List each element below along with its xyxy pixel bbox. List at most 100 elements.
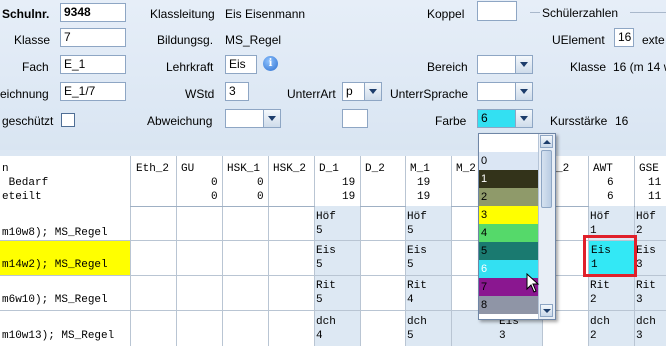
color-option-label: 4 — [481, 227, 488, 239]
color-option-8[interactable]: 8 — [479, 296, 538, 314]
zugeteilt-value: 19 — [342, 191, 356, 203]
row-label: m14w2); MS_Regel — [2, 259, 108, 271]
bedarf-value: 11 — [648, 177, 662, 189]
chevron-down-icon — [542, 308, 551, 313]
mouse-cursor-icon — [526, 273, 540, 293]
chevron-down-icon[interactable] — [364, 83, 381, 100]
unterrsprache-label: UnterrSprache — [390, 87, 469, 101]
color-option-label: 6 — [481, 263, 488, 275]
color-option-label: 7 — [481, 281, 488, 293]
unterrart-select[interactable]: p — [342, 82, 382, 101]
header-label-zugeteilt: eteilt — [2, 191, 42, 203]
color-option-3[interactable]: 3 — [479, 206, 538, 224]
column-header[interactable]: D_1 — [319, 162, 339, 176]
bildungsg-value: MS_Regel — [225, 33, 282, 47]
hours-value: 2 — [590, 294, 597, 306]
bedarf-value: 6 — [607, 177, 614, 189]
column-header[interactable]: AWT — [593, 162, 613, 176]
color-option-0[interactable]: 0 — [479, 152, 538, 170]
bereich-select[interactable] — [477, 55, 533, 74]
hours-value: 5 — [407, 330, 414, 342]
chevron-down-icon[interactable] — [515, 83, 532, 100]
column-header[interactable]: GU — [181, 162, 194, 176]
zugeteilt-value: 19 — [417, 191, 431, 203]
table-row-selected[interactable]: m14w2); MS_Regel Eis 5 Eis 5 Eis 1 Eis 3 — [0, 241, 666, 276]
scroll-up-button[interactable] — [540, 135, 553, 148]
table-row[interactable]: m6w10); MS_Regel Rit 5 Rit 4 Rit 2 Rit 3 — [0, 276, 666, 311]
unterrart-value: p — [346, 84, 353, 98]
koppel-field[interactable] — [477, 1, 517, 21]
row-label: m10w13); MS_Regel — [2, 330, 115, 342]
hours-value: 3 — [499, 330, 506, 342]
color-option-5[interactable]: 5 — [479, 242, 538, 260]
info-icon[interactable]: i — [263, 56, 278, 71]
column-header[interactable]: M_1 — [410, 162, 430, 176]
teacher-code: Rit — [636, 280, 656, 292]
unterrsprache-select[interactable] — [477, 82, 533, 101]
grid-header: n Bedarf eteilt Eth_2 GU 0 0 HSK_1 0 0 H… — [0, 156, 666, 207]
color-option-2[interactable]: 2 — [479, 188, 538, 206]
scroll-thumb[interactable] — [541, 150, 552, 208]
uelement-extra: exte — [642, 33, 665, 47]
bezeichnung-field[interactable]: E_1/7 — [60, 82, 126, 101]
color-option-1[interactable]: 1 — [479, 170, 538, 188]
zugeteilt-value: 0 — [211, 191, 218, 203]
klassenleitung-label: Klassleitung — [150, 7, 215, 21]
chevron-down-icon[interactable] — [263, 110, 280, 127]
column-header[interactable]: Eth_2 — [136, 162, 169, 176]
color-option-label: 1 — [481, 173, 488, 185]
hours-value: 5 — [316, 225, 323, 237]
column-header[interactable]: D_2 — [365, 162, 385, 176]
chevron-up-icon — [542, 139, 551, 144]
scroll-down-button[interactable] — [540, 304, 553, 317]
farbe-select[interactable]: 6 — [477, 109, 533, 128]
column-header[interactable]: HSK_2 — [273, 162, 306, 176]
teacher-code: Höf — [407, 211, 427, 223]
geschuetzt-checkbox[interactable] — [61, 113, 75, 127]
klasse-field[interactable]: 7 — [60, 28, 126, 47]
wstd-label: WStd — [185, 87, 215, 101]
fach-field[interactable]: E_1 — [60, 55, 126, 74]
teacher-code: Eis — [407, 245, 427, 257]
hours-value: 2 — [590, 330, 597, 342]
unterrart-label: UnterrArt — [287, 87, 336, 101]
uelement-field[interactable]: 16 — [614, 28, 634, 47]
teacher-code: Eis — [316, 245, 336, 257]
schulnr-field[interactable]: 9348 — [60, 3, 126, 22]
table-row[interactable]: m10w13); MS_Regel dch 4 dch 5 Eis 3 dch … — [0, 311, 666, 346]
abweichung-extra-field[interactable] — [342, 109, 368, 128]
abweichung-label: Abweichung — [147, 114, 213, 128]
column-header[interactable]: _2 — [556, 162, 569, 176]
fach-label: Fach — [22, 60, 49, 74]
zugeteilt-value: 11 — [648, 191, 662, 203]
header-label-1: n — [2, 163, 9, 175]
bedarf-value: 0 — [257, 177, 264, 189]
row-label: m6w10); MS_Regel — [2, 294, 108, 306]
dropdown-scrollbar[interactable] — [538, 134, 555, 319]
schuelerzahlen-label: Schülerzahlen — [542, 6, 619, 20]
koppel-label: Koppel — [427, 7, 465, 21]
hours-value: 5 — [407, 225, 414, 237]
kursstaerke-value: 16 — [615, 114, 629, 128]
teacher-code: Rit — [407, 280, 427, 292]
header-label-bedarf: Bedarf — [2, 177, 49, 189]
teacher-code: Höf — [636, 211, 656, 223]
farbe-value: 6 — [481, 111, 488, 125]
schulnr-label: Schulnr. — [2, 7, 50, 21]
table-row[interactable]: m10w8); MS_Regel Höf 5 Höf 5 Höf 1 Höf 2 — [0, 206, 666, 241]
chevron-down-icon[interactable] — [515, 56, 532, 73]
column-header[interactable]: HSK_1 — [227, 162, 260, 176]
column-header[interactable]: GSE — [639, 162, 659, 176]
farbe-dropdown-list[interactable]: 0 1 2 3 4 5 6 7 8 — [478, 133, 556, 320]
column-header[interactable]: M_2 — [456, 162, 476, 176]
wstd-field[interactable]: 3 — [225, 82, 249, 101]
groupbox-line — [630, 12, 666, 13]
groupbox-line — [530, 12, 540, 13]
bedarf-value: 0 — [211, 177, 218, 189]
bedarf-value: 19 — [342, 177, 356, 189]
hours-value: 4 — [316, 330, 323, 342]
chevron-down-icon[interactable] — [515, 110, 532, 127]
color-option-4[interactable]: 4 — [479, 224, 538, 242]
lehrkraft-field[interactable]: Eis — [225, 55, 257, 74]
abweichung-select[interactable] — [225, 109, 281, 128]
